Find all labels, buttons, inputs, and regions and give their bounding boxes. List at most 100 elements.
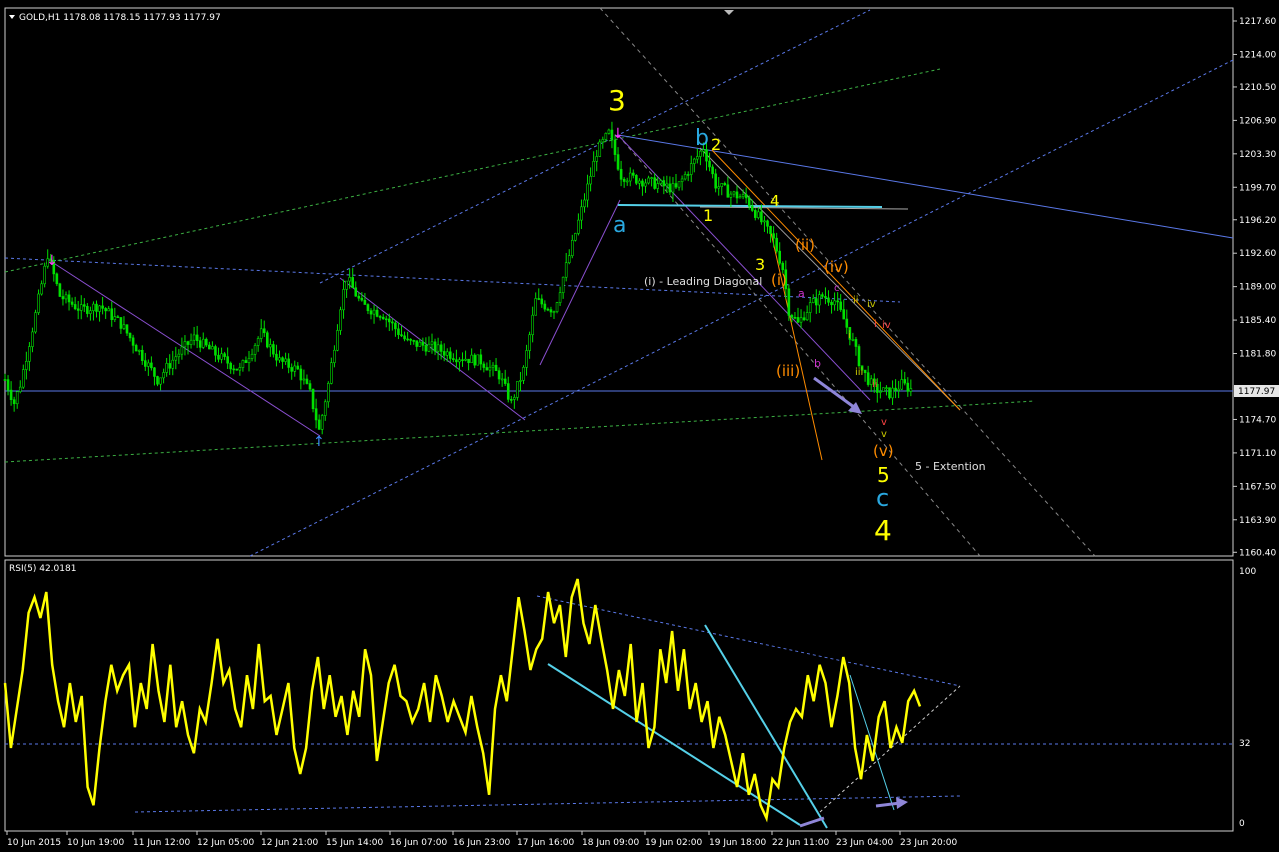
candle-body bbox=[699, 150, 702, 157]
wave-label-b[interactable]: b bbox=[695, 126, 709, 151]
time-tick-label: 15 Jun 14:00 bbox=[326, 838, 383, 848]
candle-body bbox=[592, 160, 595, 177]
candle-body bbox=[577, 219, 580, 234]
time-axis[interactable]: 10 Jun 2015 10 Jun 19:00 11 Jun 12:00 12 Ju… bbox=[6, 831, 957, 848]
candle-body bbox=[900, 379, 904, 390]
candle-body bbox=[177, 353, 181, 358]
candle-body bbox=[445, 351, 449, 356]
candle-body bbox=[534, 298, 538, 316]
subwave-iii[interactable]: iii bbox=[855, 367, 863, 378]
candle-body bbox=[598, 141, 602, 157]
candle-body bbox=[692, 158, 696, 164]
candle-body bbox=[104, 308, 107, 312]
candle-body bbox=[674, 183, 678, 188]
candle-body bbox=[851, 339, 855, 341]
symbol-header: GOLD,H1 1178.08 1178.15 1177.93 1177.97 bbox=[19, 13, 221, 23]
candle-body bbox=[220, 353, 223, 360]
wave-label-4-large[interactable]: 4 bbox=[874, 514, 892, 547]
subwave-iv-red[interactable]: iv bbox=[882, 320, 891, 331]
candle-body bbox=[747, 197, 751, 207]
wave-label-1[interactable]: 1 bbox=[703, 206, 713, 225]
price-axis[interactable]: 1217.60 1214.00 1210.50 1206.90 1203.30 1199.… bbox=[1233, 17, 1276, 558]
subwave-i-red[interactable]: i bbox=[874, 319, 877, 330]
wave-label-2[interactable]: 2 bbox=[711, 135, 721, 154]
candle-body bbox=[473, 354, 477, 366]
price-tick-label: 1196.20 bbox=[1239, 216, 1276, 226]
wave-label-v[interactable]: (v) bbox=[873, 442, 894, 460]
candle-body bbox=[137, 349, 141, 352]
candle-body bbox=[882, 387, 885, 392]
wave-label-i[interactable]: (i) bbox=[771, 271, 787, 289]
candle-body bbox=[345, 280, 348, 290]
candle-body bbox=[357, 295, 361, 299]
candle-body bbox=[726, 184, 730, 198]
extension-note[interactable]: 5 - Extention bbox=[915, 460, 986, 473]
candle-body bbox=[717, 186, 721, 189]
subwave-a[interactable]: a bbox=[798, 287, 805, 300]
price-tick-label: 1171.10 bbox=[1239, 449, 1276, 459]
candle-body bbox=[741, 194, 745, 197]
subwave-c[interactable]: c bbox=[834, 283, 840, 294]
candle-body bbox=[342, 289, 345, 311]
candle-body bbox=[647, 177, 650, 184]
price-tick-label: 1199.70 bbox=[1239, 183, 1276, 193]
candle-body bbox=[683, 174, 687, 180]
candle-body bbox=[34, 312, 37, 333]
subwave-ii-red[interactable]: ii bbox=[872, 379, 878, 390]
time-tick-label: 19 Jun 02:00 bbox=[645, 838, 702, 848]
wave-label-4-small[interactable]: 4 bbox=[770, 192, 780, 210]
candle-body bbox=[635, 175, 638, 184]
candle-body bbox=[500, 378, 504, 381]
candle-body bbox=[607, 129, 611, 134]
candle-body bbox=[735, 191, 739, 199]
candle-body bbox=[208, 344, 211, 350]
candle-body bbox=[769, 225, 772, 234]
candle-body bbox=[238, 367, 242, 371]
wave-label-3-small[interactable]: 3 bbox=[755, 255, 765, 274]
candle-body bbox=[650, 177, 653, 179]
candle-body bbox=[513, 397, 516, 400]
time-tick-label: 16 Jun 07:00 bbox=[390, 838, 447, 848]
wave-label-iv[interactable]: (iv) bbox=[824, 258, 849, 276]
candle-body bbox=[485, 367, 489, 371]
subwave-b[interactable]: b bbox=[814, 357, 821, 370]
candle-body bbox=[293, 365, 297, 372]
candle-body bbox=[656, 183, 660, 189]
candle-body bbox=[25, 361, 28, 370]
wave-label-3-large[interactable]: 3 bbox=[608, 84, 626, 117]
subwave-v-red[interactable]: v bbox=[881, 417, 887, 428]
candle-body bbox=[351, 277, 355, 289]
candle-body bbox=[479, 354, 483, 365]
subwave-v[interactable]: v bbox=[881, 429, 887, 440]
candle-body bbox=[314, 408, 318, 421]
rsi-axis[interactable]: 100 32 0 bbox=[1239, 567, 1256, 829]
candle-body bbox=[113, 316, 117, 320]
time-tick-label: 23 Jun 20:00 bbox=[900, 838, 957, 848]
candle-body bbox=[415, 340, 419, 347]
candle-body bbox=[705, 149, 708, 162]
candle-body bbox=[70, 301, 74, 305]
candle-body bbox=[583, 199, 586, 208]
candle-body bbox=[452, 358, 455, 361]
candle-body bbox=[110, 308, 114, 320]
candle-body bbox=[766, 220, 769, 227]
candle-body bbox=[595, 156, 599, 162]
subwave-i[interactable]: i bbox=[848, 330, 851, 341]
wave-label-c[interactable]: c bbox=[876, 484, 889, 512]
candle-body bbox=[799, 317, 803, 323]
trading-chart[interactable]: GOLD,H1 1178.08 1178.15 1177.93 1177.97 … bbox=[0, 0, 1279, 852]
wave-label-ii[interactable]: (ii) bbox=[795, 236, 815, 254]
leading-diagonal-note[interactable]: (i) - Leading Diagonal bbox=[644, 275, 762, 288]
candle-body bbox=[40, 283, 43, 295]
rsi-panel[interactable] bbox=[4, 559, 1234, 832]
candle-body bbox=[503, 378, 507, 384]
candle-body bbox=[92, 303, 95, 312]
candle-body bbox=[83, 304, 86, 307]
subwave-iv-top[interactable]: iv bbox=[867, 299, 876, 310]
wave-label-iii[interactable]: (iii) bbox=[776, 362, 800, 380]
candle-body bbox=[753, 210, 757, 218]
wave-label-a[interactable]: a bbox=[613, 213, 626, 238]
candle-body bbox=[55, 273, 59, 285]
subwave-ii-top[interactable]: ii bbox=[853, 295, 859, 306]
candle-body bbox=[467, 358, 470, 364]
